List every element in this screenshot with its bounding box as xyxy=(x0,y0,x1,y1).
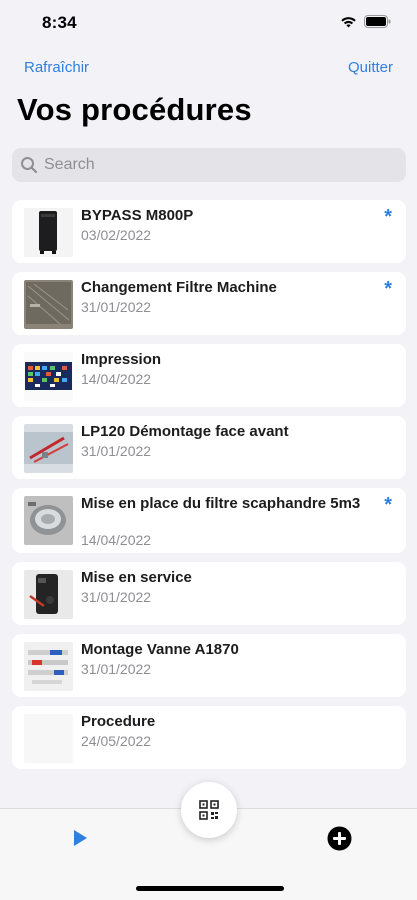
home-indicator xyxy=(136,886,284,891)
procedure-title: Impression xyxy=(81,351,162,368)
procedure-date: 31/01/2022 xyxy=(81,299,152,315)
list-item[interactable]: Changement Filtre Machine 31/01/2022 * xyxy=(12,272,406,335)
search-input[interactable] xyxy=(44,156,374,174)
procedure-title: BYPASS M800P xyxy=(81,207,194,224)
status-time: 8:34 xyxy=(42,13,77,32)
thumbnail-image xyxy=(24,280,73,329)
procedure-title: Changement Filtre Machine xyxy=(81,279,277,296)
add-circle-icon[interactable] xyxy=(327,826,352,851)
procedure-date: 31/01/2022 xyxy=(81,661,152,677)
list-item[interactable]: BYPASS M800P 03/02/2022 * xyxy=(12,200,406,263)
procedure-title: Montage Vanne A1870 xyxy=(81,641,239,658)
wifi-icon xyxy=(341,16,356,27)
procedure-date: 14/04/2022 xyxy=(81,371,152,387)
procedure-title: Mise en place du filtre scaphandre 5m3 xyxy=(81,495,361,512)
thumbnail-image xyxy=(24,714,73,763)
list-item[interactable]: Procedure 24/05/2022 xyxy=(12,706,406,769)
search-icon xyxy=(21,157,38,174)
status-bar: 8:34 xyxy=(0,0,417,46)
favorite-star-icon: * xyxy=(384,494,392,516)
play-icon[interactable] xyxy=(70,828,90,848)
search-bar[interactable] xyxy=(12,148,406,182)
navigation-bar: Rafraîchir Quitter xyxy=(0,56,417,80)
refresh-button[interactable]: Rafraîchir xyxy=(24,59,89,76)
procedure-date: 31/01/2022 xyxy=(81,589,152,605)
favorite-star-icon: * xyxy=(384,278,392,300)
list-item[interactable]: LP120 Démontage face avant 31/01/2022 xyxy=(12,416,406,479)
thumbnail-image xyxy=(24,352,73,401)
procedure-title: Mise en service xyxy=(81,569,192,586)
thumbnail-image xyxy=(24,496,73,545)
status-icons xyxy=(340,15,391,28)
thumbnail-image xyxy=(24,642,73,691)
procedure-date: 24/05/2022 xyxy=(81,733,152,749)
page-title: Vos procédures xyxy=(17,92,252,127)
thumbnail-image xyxy=(24,570,73,619)
list-item[interactable]: Montage Vanne A1870 31/01/2022 xyxy=(12,634,406,697)
qr-code-icon xyxy=(199,800,219,820)
procedure-date: 03/02/2022 xyxy=(81,227,152,243)
list-item[interactable]: Impression 14/04/2022 xyxy=(12,344,406,407)
thumbnail-image xyxy=(24,208,73,257)
thumbnail-image xyxy=(24,424,73,473)
battery-icon xyxy=(364,15,391,28)
list-item[interactable]: Mise en place du filtre scaphandre 5m3 1… xyxy=(12,488,406,553)
procedures-list: BYPASS M800P 03/02/2022 * Changement Fil… xyxy=(12,200,406,778)
favorite-star-icon: * xyxy=(384,206,392,228)
list-item[interactable]: Mise en service 31/01/2022 xyxy=(12,562,406,625)
procedure-title: LP120 Démontage face avant xyxy=(81,423,289,440)
procedure-date: 14/04/2022 xyxy=(81,532,152,548)
qr-scan-button[interactable] xyxy=(181,782,237,838)
procedure-title: Procedure xyxy=(81,713,156,730)
quit-button[interactable]: Quitter xyxy=(348,59,393,76)
procedure-date: 31/01/2022 xyxy=(81,443,152,459)
